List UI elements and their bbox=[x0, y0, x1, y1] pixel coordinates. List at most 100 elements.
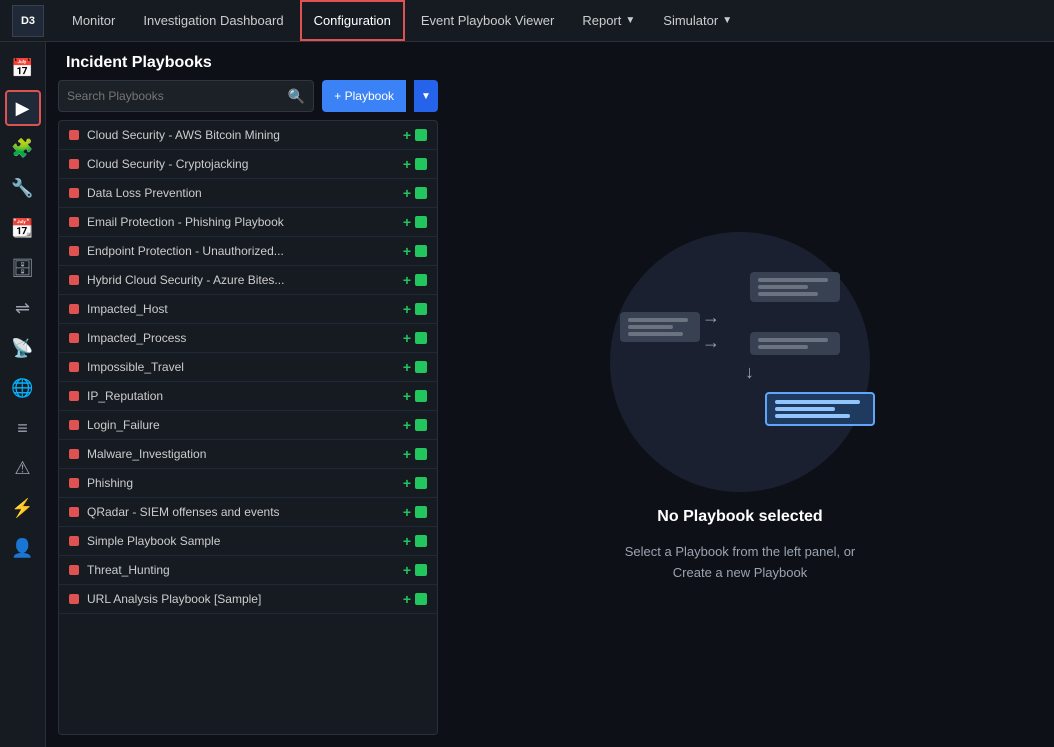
severity-indicator bbox=[69, 217, 79, 227]
add-icon[interactable]: + bbox=[403, 359, 411, 375]
severity-indicator bbox=[69, 130, 79, 140]
list-item[interactable]: Malware_Investigation + bbox=[59, 440, 437, 469]
app-logo[interactable]: D3 bbox=[12, 5, 44, 37]
sidebar-icon-bolt[interactable]: ⚡ bbox=[5, 490, 41, 526]
add-icon[interactable]: + bbox=[403, 446, 411, 462]
list-item[interactable]: Impacted_Process + bbox=[59, 324, 437, 353]
playbook-name: Cloud Security - Cryptojacking bbox=[87, 157, 395, 171]
playbook-actions: + bbox=[403, 388, 427, 404]
nav-event-playbook-viewer[interactable]: Event Playbook Viewer bbox=[409, 0, 566, 41]
sidebar-icon-calendar2[interactable]: 📆 bbox=[5, 210, 41, 246]
nav-configuration[interactable]: Configuration bbox=[300, 0, 405, 41]
add-icon[interactable]: + bbox=[403, 591, 411, 607]
playbook-name: Impacted_Process bbox=[87, 331, 395, 345]
sidebar-icon-alert[interactable]: ⚠ bbox=[5, 450, 41, 486]
sidebar-icon-calendar[interactable]: 📅 bbox=[5, 50, 41, 86]
status-indicator bbox=[415, 419, 427, 431]
add-icon[interactable]: + bbox=[403, 475, 411, 491]
sidebar-icons: 📅 ▶ 🧩 🔧 📆 🗄 ⇌ 📡 🌐 ≡ ⚠ ⚡ 👤 bbox=[0, 42, 46, 747]
page-title: Incident Playbooks bbox=[66, 54, 1034, 72]
status-indicator bbox=[415, 158, 427, 170]
add-icon[interactable]: + bbox=[403, 504, 411, 520]
playbook-name: Threat_Hunting bbox=[87, 563, 395, 577]
sidebar-icon-puzzle[interactable]: 🧩 bbox=[5, 130, 41, 166]
playbooks-layout: 🔍 + Playbook ▼ Cloud Security - AWS Bitc… bbox=[46, 80, 1054, 747]
sidebar-icon-antenna[interactable]: 📡 bbox=[5, 330, 41, 366]
list-item[interactable]: Impacted_Host + bbox=[59, 295, 437, 324]
list-item[interactable]: Login_Failure + bbox=[59, 411, 437, 440]
playbook-actions: + bbox=[403, 214, 427, 230]
empty-state-title: No Playbook selected bbox=[657, 508, 822, 526]
nav-report[interactable]: Report ▼ bbox=[570, 0, 647, 41]
playbook-name: Data Loss Prevention bbox=[87, 186, 395, 200]
page-header: Incident Playbooks bbox=[46, 42, 1054, 80]
sidebar-icon-playbook[interactable]: ▶ bbox=[5, 90, 41, 126]
playbook-name: Login_Failure bbox=[87, 418, 395, 432]
list-item[interactable]: QRadar - SIEM offenses and events + bbox=[59, 498, 437, 527]
playbook-name: Impacted_Host bbox=[87, 302, 395, 316]
status-indicator bbox=[415, 187, 427, 199]
list-item[interactable]: Cloud Security - Cryptojacking + bbox=[59, 150, 437, 179]
status-indicator bbox=[415, 535, 427, 547]
add-icon[interactable]: + bbox=[403, 243, 411, 259]
search-input[interactable] bbox=[67, 89, 288, 103]
add-icon[interactable]: + bbox=[403, 272, 411, 288]
sidebar-icon-layers[interactable]: ≡ bbox=[5, 410, 41, 446]
status-indicator bbox=[415, 274, 427, 286]
sidebar-icon-globe[interactable]: 🌐 bbox=[5, 370, 41, 406]
add-icon[interactable]: + bbox=[403, 156, 411, 172]
playbook-actions: + bbox=[403, 127, 427, 143]
status-indicator bbox=[415, 129, 427, 141]
nav-simulator[interactable]: Simulator ▼ bbox=[651, 0, 744, 41]
sidebar-icon-share[interactable]: ⇌ bbox=[5, 290, 41, 326]
severity-indicator bbox=[69, 188, 79, 198]
add-icon[interactable]: + bbox=[403, 330, 411, 346]
flow-arrow-2: → bbox=[702, 332, 720, 353]
report-dropdown-arrow: ▼ bbox=[625, 15, 635, 26]
playbook-name: Malware_Investigation bbox=[87, 447, 395, 461]
list-item[interactable]: IP_Reputation + bbox=[59, 382, 437, 411]
add-icon[interactable]: + bbox=[403, 562, 411, 578]
nav-monitor[interactable]: Monitor bbox=[60, 0, 127, 41]
sidebar-icon-tools[interactable]: 🔧 bbox=[5, 170, 41, 206]
add-icon[interactable]: + bbox=[403, 127, 411, 143]
main-layout: 📅 ▶ 🧩 🔧 📆 🗄 ⇌ 📡 🌐 ≡ ⚠ ⚡ 👤 Incident Playb… bbox=[0, 42, 1054, 747]
list-item[interactable]: Email Protection - Phishing Playbook + bbox=[59, 208, 437, 237]
list-item[interactable]: Data Loss Prevention + bbox=[59, 179, 437, 208]
add-playbook-dropdown-button[interactable]: ▼ bbox=[414, 80, 438, 112]
add-icon[interactable]: + bbox=[403, 533, 411, 549]
list-item[interactable]: URL Analysis Playbook [Sample] + bbox=[59, 585, 437, 614]
severity-indicator bbox=[69, 449, 79, 459]
severity-indicator bbox=[69, 478, 79, 488]
list-item[interactable]: Simple Playbook Sample + bbox=[59, 527, 437, 556]
severity-indicator bbox=[69, 275, 79, 285]
add-playbook-button[interactable]: + Playbook bbox=[322, 80, 406, 112]
severity-indicator bbox=[69, 420, 79, 430]
add-icon[interactable]: + bbox=[403, 301, 411, 317]
list-item[interactable]: Threat_Hunting + bbox=[59, 556, 437, 585]
add-icon[interactable]: + bbox=[403, 417, 411, 433]
playbook-name: Endpoint Protection - Unauthorized... bbox=[87, 244, 395, 258]
list-item[interactable]: Cloud Security - AWS Bitcoin Mining + bbox=[59, 121, 437, 150]
flow-arrow-1: → bbox=[702, 307, 720, 328]
add-icon[interactable]: + bbox=[403, 185, 411, 201]
severity-indicator bbox=[69, 362, 79, 372]
sidebar-icon-user[interactable]: 👤 bbox=[5, 530, 41, 566]
playbook-actions: + bbox=[403, 591, 427, 607]
playbook-actions: + bbox=[403, 504, 427, 520]
list-item[interactable]: Endpoint Protection - Unauthorized... + bbox=[59, 237, 437, 266]
empty-state-description: Select a Playbook from the left panel, o… bbox=[625, 542, 856, 584]
add-icon[interactable]: + bbox=[403, 388, 411, 404]
playbook-actions: + bbox=[403, 272, 427, 288]
severity-indicator bbox=[69, 507, 79, 517]
nav-investigation-dashboard[interactable]: Investigation Dashboard bbox=[131, 0, 295, 41]
status-indicator bbox=[415, 245, 427, 257]
playbook-name: QRadar - SIEM offenses and events bbox=[87, 505, 395, 519]
list-item[interactable]: Phishing + bbox=[59, 469, 437, 498]
status-indicator bbox=[415, 390, 427, 402]
list-item[interactable]: Hybrid Cloud Security - Azure Bites... + bbox=[59, 266, 437, 295]
playbook-name: Phishing bbox=[87, 476, 395, 490]
list-item[interactable]: Impossible_Travel + bbox=[59, 353, 437, 382]
add-icon[interactable]: + bbox=[403, 214, 411, 230]
sidebar-icon-database[interactable]: 🗄 bbox=[5, 250, 41, 286]
